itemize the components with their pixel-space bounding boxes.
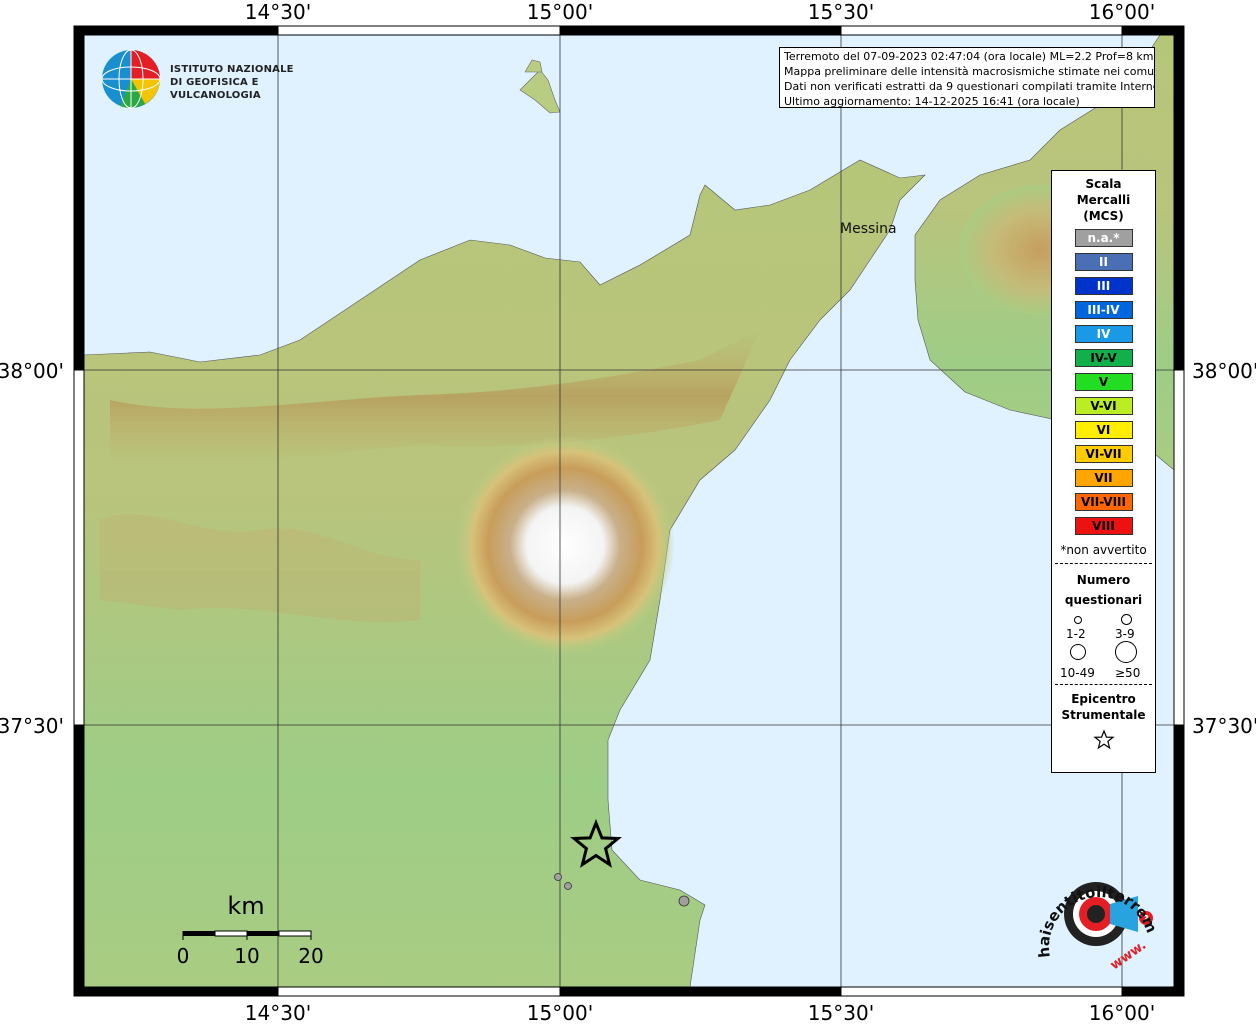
star-icon [1092,729,1115,750]
legend-swatch-1: II [1074,253,1133,271]
questionnaire-point[interactable] [564,882,572,890]
brand-badge: ? haisentitoilterremoto.it www. [1030,862,1160,973]
legend-count-title-2: questionari [1064,593,1143,607]
legend-swatch-2: III [1074,277,1133,295]
tick-left-2: 37°30' [0,714,64,738]
event-info-box: Terremoto del 07-09-2023 02:47:04 (ora l… [779,47,1155,108]
legend-note: *non avvertito [1060,543,1147,557]
legend-scale-title-3: (MCS) [1083,209,1124,223]
legend-swatch-6: V [1074,373,1133,391]
legend-scale-title-1: Scala [1085,177,1122,191]
legend-sizes: 1-2 3-9 10-49 ≥50 [1052,610,1155,680]
tick-right-1: 38°00' [1192,359,1256,383]
size-circle-xlarge [1115,641,1137,663]
tick-bottom-2: 15°00' [527,1001,593,1024]
tick-top-4: 16°00' [1089,0,1155,24]
city-label-messina: Messina [840,221,897,237]
legend-swatch-8: VI [1074,421,1133,439]
scale-unit: km [227,892,264,920]
size-circle-large [1070,644,1086,660]
legend-swatch-0: n.a.* [1074,229,1133,247]
intensity-legend: Scala Mercalli (MCS) n.a.* II III III-IV IV I… [1051,170,1156,773]
legend-swatch-10: VII [1074,469,1133,487]
size-label-4: ≥50 [1115,666,1141,680]
tick-top-2: 15°00' [527,0,593,24]
scale-tick-10: 10 [234,944,259,968]
scale-bar-graphic: km 0 10 20 [177,892,324,968]
event-info-line2: Mappa preliminare delle intensità macros… [784,65,1155,78]
tick-top-3: 15°30' [808,0,874,24]
questionnaire-point[interactable] [554,873,562,881]
legend-swatch-3: III-IV [1074,301,1133,319]
event-info-line3: Dati non verificati estratti da 9 questi… [784,80,1155,93]
legend-swatch-11: VII-VIII [1074,493,1133,511]
legend-separator-2 [1055,684,1152,685]
legend-swatch-5: IV-V [1074,349,1133,367]
size-circle-medium [1121,614,1132,625]
size-circle-small [1074,616,1082,624]
scale-bar: km 0 10 20 [170,890,330,970]
tick-bottom-1: 14°30' [245,1001,311,1024]
ingv-logo-text: ISTITUTO NAZIONALE DI GEOFISICA E VULCAN… [170,63,320,102]
legend-epi-title-2: Strumentale [1061,708,1146,722]
tick-left-1: 38°00' [0,359,64,383]
tick-right-2: 37°30' [1192,714,1256,738]
tick-top-1: 14°30' [245,0,311,24]
relief-etna [455,435,675,655]
legend-epi-title: Epicentro Strumentale [1052,691,1155,723]
legend-scale-title-2: Mercalli [1076,193,1131,207]
tick-bottom-4: 16°00' [1089,1001,1155,1024]
event-info-line1: Terremoto del 07-09-2023 02:47:04 (ora l… [784,50,1154,63]
ingv-line2: DI GEOFISICA E VULCANOLOGIA [170,77,261,101]
event-info-line4: Ultimo aggiornamento: 14-12-2025 16:41 (… [784,95,1080,108]
scale-tick-20: 20 [298,944,323,968]
globe-icon [101,49,161,109]
legend-count-title: Numero questionari [1052,570,1155,610]
scale-tick-0: 0 [177,944,190,968]
size-label-1: 1-2 [1066,627,1086,641]
legend-swatch-4: IV [1074,325,1133,343]
ingv-logo: ISTITUTO NAZIONALE DI GEOFISICA E VULCAN… [100,48,320,110]
legend-swatch-7: V-VI [1074,397,1133,415]
brand-www: www. [1108,938,1149,973]
size-label-3: 10-49 [1060,666,1095,680]
tick-bottom-3: 15°30' [808,1001,874,1024]
questionnaire-point[interactable] [678,895,690,907]
legend-swatch-9: VI-VII [1074,445,1133,463]
legend-swatches: n.a.* II III III-IV IV IV-V V V-VI VI VI-VII VII VI… [1052,229,1155,535]
ingv-line1: ISTITUTO NAZIONALE [170,64,294,75]
legend-count-title-1: Numero [1076,573,1131,587]
size-label-2: 3-9 [1115,627,1135,641]
legend-epi-title-1: Epicentro [1071,692,1136,706]
legend-separator [1055,563,1152,564]
legend-scale-title: Scala Mercalli (MCS) [1052,176,1155,224]
legend-swatch-12: VIII [1074,517,1133,535]
